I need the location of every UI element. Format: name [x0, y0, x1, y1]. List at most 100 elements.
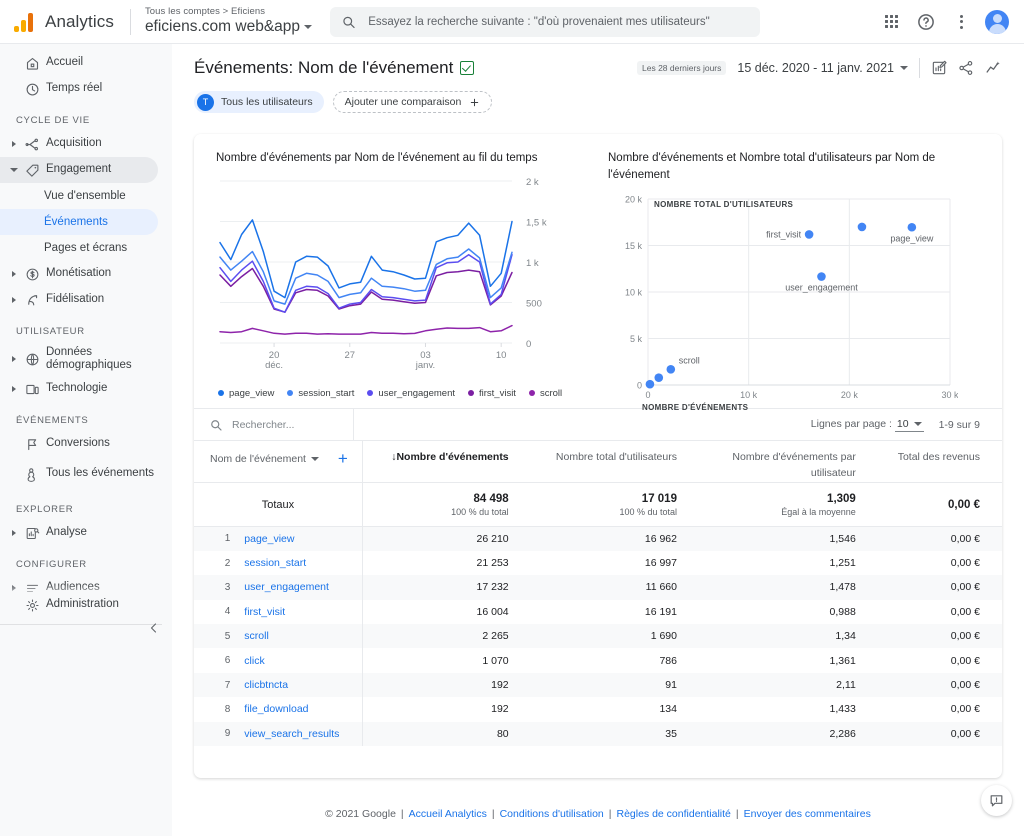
row-event-name[interactable]: view_search_results — [240, 722, 362, 746]
event-name-link[interactable]: clicbtncta — [244, 679, 288, 691]
row-event-name[interactable]: session_start — [240, 551, 362, 575]
sidebar-item-temps-reel[interactable]: Temps réel — [0, 76, 158, 102]
scatter-point-user_engagement[interactable] — [817, 272, 826, 282]
scatter-point-page_view[interactable] — [907, 223, 917, 232]
global-search[interactable] — [330, 6, 761, 37]
all-users-chip[interactable]: T Tous les utilisateurs — [194, 91, 324, 113]
sidebar-item-fidelisation[interactable]: Fidélisation — [0, 287, 158, 313]
search-input[interactable] — [366, 14, 749, 29]
table-row[interactable]: 5 scroll 2 265 1 690 1,34 0,00 € — [194, 624, 1002, 649]
row-users: 1 690 — [650, 630, 677, 643]
row-event-name[interactable]: user_engagement — [240, 575, 362, 599]
scatter-point-first_visit[interactable] — [804, 230, 814, 240]
chevron-down-icon — [304, 25, 313, 30]
table-search[interactable] — [194, 409, 354, 440]
sidebar-item-analyse[interactable]: Analyse — [0, 520, 158, 546]
page-title-text: Événements: Nom de l'événement — [194, 58, 454, 77]
add-comparison-button[interactable]: Ajouter une comparaison — [332, 91, 493, 113]
sidebar-item-accueil[interactable]: Accueil — [0, 50, 158, 76]
legend-item-page_view[interactable]: page_view — [218, 388, 274, 399]
table-row[interactable]: 3 user_engagement 17 232 11 660 1,478 0,00 € — [194, 575, 1002, 600]
line-chart[interactable]: 05001 k1,5 k2 k20déc.27 03janv.10 — [214, 173, 566, 386]
sidebar-item-tous-les-evenements[interactable]: Tous les événements — [0, 457, 158, 491]
expand-arrow-icon — [8, 585, 20, 591]
main-content: Événements: Nom de l'événement Les 28 de… — [172, 44, 1024, 836]
row-event-name[interactable]: file_download — [240, 697, 362, 721]
sidebar-collapse-button[interactable] — [148, 622, 160, 634]
sidebar-item-acquisition[interactable]: Acquisition — [0, 131, 158, 157]
sidebar-item-technologie[interactable]: Technologie — [0, 376, 158, 402]
insights-icon[interactable] — [985, 60, 1002, 77]
avatar[interactable] — [985, 9, 1009, 34]
sidebar-item-engagement[interactable]: Engagement — [0, 157, 158, 183]
event-name-link[interactable]: first_visit — [244, 606, 285, 618]
edit-comparison-icon[interactable] — [931, 60, 947, 76]
sidebar-item-administration[interactable]: Administration — [0, 592, 158, 618]
legend-item-scroll[interactable]: scroll — [528, 388, 562, 399]
chip-avatar: T — [197, 93, 214, 111]
help-icon[interactable] — [915, 11, 937, 33]
row-event-name[interactable]: first_visit — [240, 600, 362, 624]
dimension-header[interactable]: Nom de l'événement + — [194, 440, 363, 483]
table-row[interactable]: 7 clicbtncta 192 91 2,11 0,00 € — [194, 672, 1002, 698]
sidebar-item-monetisation[interactable]: Monétisation — [0, 261, 158, 287]
table-row[interactable]: 6 click 1 070 786 1,361 0,00 € — [194, 648, 1002, 673]
row-revenue: 0,00 € — [950, 605, 980, 618]
event-name-link[interactable]: page_view — [244, 533, 294, 545]
column-header-events[interactable]: ↓Nombre d'événements — [361, 440, 531, 483]
sidebar-item-vue-densemble[interactable]: Vue d'ensemble — [0, 183, 158, 209]
event-name-link[interactable]: session_start — [244, 557, 306, 569]
event-name-link[interactable]: file_download — [244, 703, 308, 715]
scatter-chart[interactable]: 0 10 k 20 k 30 k 0 5 k 10 k 15 k 20 k NOMBRE TOTA… — [606, 189, 958, 421]
product-name: Analytics — [45, 11, 114, 31]
sidebar-item-evenements[interactable]: Événements — [0, 209, 158, 235]
legend-item-session_start[interactable]: session_start — [287, 388, 354, 399]
scatter-point-session_start[interactable] — [857, 222, 867, 232]
property-selector[interactable]: eficiens.com web&app — [145, 19, 313, 35]
table-search-input[interactable] — [230, 417, 335, 432]
date-range-picker[interactable]: 15 déc. 2020 - 11 janv. 2021 — [737, 61, 908, 75]
table-row[interactable]: 8 file_download 192 134 1,433 0,00 € — [194, 697, 1002, 722]
legend-item-user_engagement[interactable]: user_engagement — [367, 388, 455, 399]
table-row[interactable]: 4 first_visit 16 004 16 191 0,988 0,00 € — [194, 599, 1002, 625]
row-users: 35 — [665, 727, 677, 740]
sidebar-item-pages-et-ecrans[interactable]: Pages et écrans — [0, 235, 158, 261]
row-event-name[interactable]: scroll — [240, 624, 362, 648]
sidebar-item-conversions[interactable]: Conversions — [0, 431, 158, 457]
scatter-point-other[interactable] — [645, 380, 655, 389]
event-name-link[interactable]: click — [244, 655, 264, 667]
scatter-point-scroll[interactable] — [666, 365, 676, 374]
totals-value: 0,00 € — [948, 498, 980, 511]
feedback-button[interactable] — [981, 785, 1012, 816]
event-name-link[interactable]: user_engagement — [244, 581, 329, 593]
add-dimension-button[interactable]: + — [338, 450, 348, 467]
legend-item-first_visit[interactable]: first_visit — [468, 388, 516, 399]
row-event-name[interactable]: click — [240, 648, 362, 672]
table-header-row: Nom de l'événement + ↓Nombre d'événement… — [194, 440, 1002, 483]
share-icon[interactable] — [958, 60, 974, 76]
row-event-name[interactable]: page_view — [240, 527, 362, 551]
row-event-name[interactable]: clicbtncta — [240, 673, 362, 697]
apps-grid-icon[interactable] — [880, 11, 902, 33]
row-users: 16 997 — [644, 557, 677, 570]
column-header-events-per-user[interactable]: Nombre d'événements par utilisateur — [698, 440, 878, 483]
column-header-revenue[interactable]: Total des revenus — [877, 440, 1002, 483]
table-row[interactable]: 2 session_start 21 253 16 997 1,251 0,00 € — [194, 550, 1002, 576]
scatter-point-click[interactable] — [654, 373, 664, 383]
footer-link-conditions[interactable]: Conditions d'utilisation — [500, 808, 604, 820]
sidebar-item-donnees-demographiques[interactable]: Données démographiques — [0, 342, 158, 376]
table-row[interactable]: 1 page_view 26 210 16 962 1,546 0,00 € — [194, 526, 1002, 551]
row-events: 16 004 — [361, 599, 531, 625]
analytics-logo[interactable]: Analytics — [0, 12, 114, 32]
event-name-link[interactable]: scroll — [244, 630, 269, 642]
column-header-users[interactable]: Nombre total d'utilisateurs — [530, 440, 699, 483]
account-selector[interactable]: Tous les comptes > Eficiens eficiens.com… — [145, 7, 313, 35]
y-axis-tick: 1 k — [526, 258, 539, 269]
more-options-icon[interactable] — [950, 11, 972, 33]
footer-link-confidentialite[interactable]: Règles de confidentialité — [616, 808, 730, 820]
table-row[interactable]: 9 view_search_results 80 35 2,286 0,00 € — [194, 721, 1002, 747]
footer-link-accueil-analytics[interactable]: Accueil Analytics — [409, 808, 487, 820]
footer-link-commentaires[interactable]: Envoyer des commentaires — [744, 808, 871, 820]
chevron-left-icon — [150, 623, 157, 633]
event-name-link[interactable]: view_search_results — [244, 728, 339, 740]
